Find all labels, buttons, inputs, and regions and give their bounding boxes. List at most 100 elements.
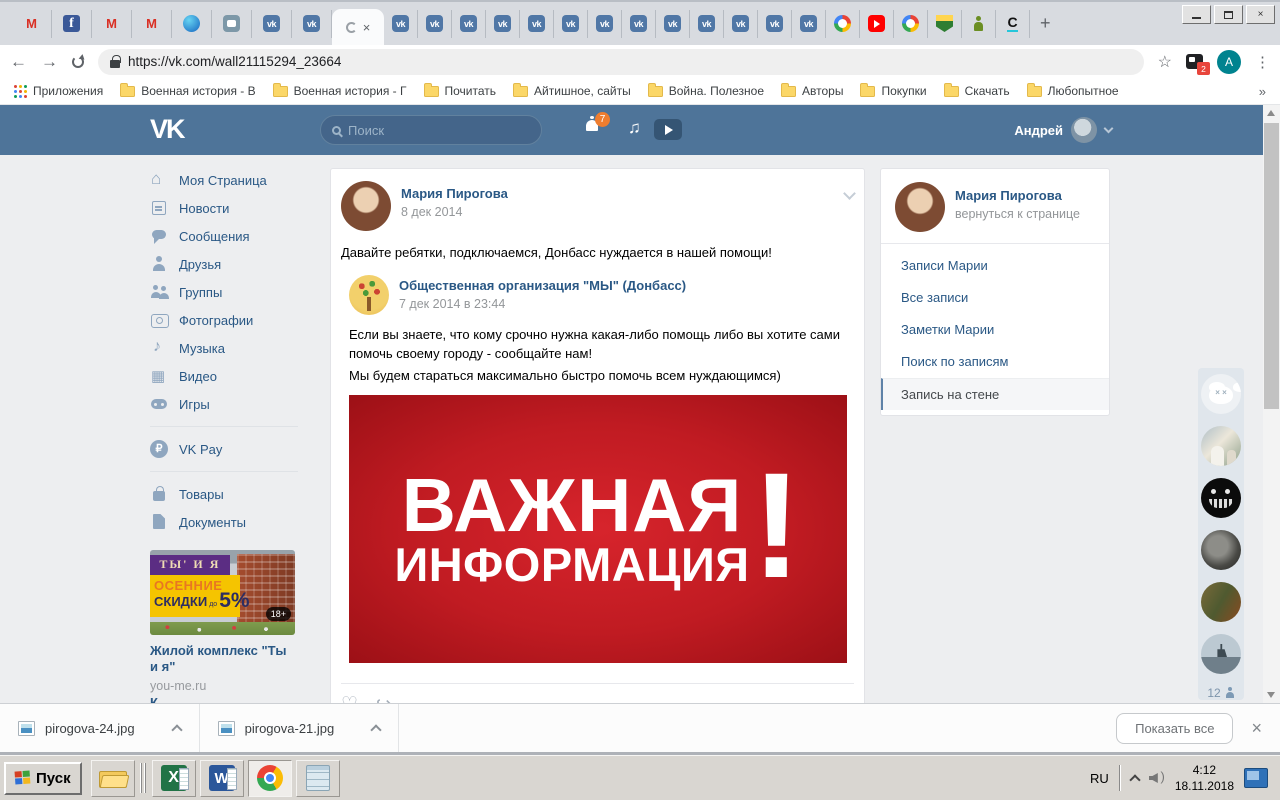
file-explorer-button[interactable] <box>91 760 135 797</box>
excel-button[interactable]: X <box>152 760 196 797</box>
sidebar-item[interactable]: Группы <box>150 278 298 306</box>
sidebar-item[interactable]: Игры <box>150 390 298 418</box>
start-button[interactable]: Пуск <box>4 762 82 795</box>
bookmark-folder[interactable]: Любопытное <box>1027 84 1119 98</box>
extension-icon[interactable]: 2 <box>1186 54 1203 69</box>
sidebar-ad[interactable]: ТЫ' И Я ОСЕННИЕ СКИДКИ до 5% 18+ Жилой к… <box>150 550 295 710</box>
browser-tab[interactable] <box>52 10 92 38</box>
reload-button[interactable] <box>72 56 84 68</box>
profile-menu-item[interactable]: Заметки Марии <box>881 314 1109 346</box>
show-desktop-icon[interactable] <box>1244 768 1268 788</box>
browser-tab[interactable] <box>12 10 52 38</box>
close-button[interactable]: × <box>1246 5 1275 24</box>
new-tab-button[interactable]: + <box>1040 13 1051 34</box>
browser-tab[interactable] <box>962 10 996 38</box>
sidebar-item[interactable]: Новости <box>150 194 298 222</box>
tab-close-icon[interactable]: × <box>363 21 371 34</box>
sidebar-item[interactable]: Друзья <box>150 250 298 278</box>
music-icon[interactable]: ♫ <box>628 118 641 138</box>
profile-menu-item[interactable]: Поиск по записям <box>881 346 1109 378</box>
browser-tab[interactable] <box>724 10 758 38</box>
attached-image[interactable]: ВАЖНАЯ ИНФОРМАЦИЯ ! <box>349 395 847 663</box>
browser-tab[interactable] <box>826 10 860 38</box>
dark-grin-avatar[interactable] <box>1201 478 1241 518</box>
back-button[interactable]: ← <box>10 53 27 70</box>
search-input[interactable] <box>348 123 508 138</box>
notepad-button[interactable] <box>296 760 340 797</box>
language-indicator[interactable]: RU <box>1090 771 1109 786</box>
dog-placeholder-avatar[interactable] <box>1201 374 1241 414</box>
back-to-page-link[interactable]: вернуться к странице <box>955 207 1080 221</box>
browser-tab[interactable] <box>252 10 292 38</box>
post-author-name[interactable]: Мария Пирогова <box>401 186 508 201</box>
bookmark-folder[interactable]: Авторы <box>781 84 843 98</box>
volume-icon[interactable] <box>1149 771 1165 785</box>
browser-tab[interactable] <box>690 10 724 38</box>
browser-tab[interactable] <box>292 10 332 38</box>
ad-title[interactable]: Жилой комплекс "Ты и я" <box>150 643 295 676</box>
browser-tab[interactable] <box>520 10 554 38</box>
repost-author-avatar[interactable] <box>349 275 389 315</box>
post-date[interactable]: 8 дек 2014 <box>401 205 508 219</box>
browser-tab[interactable] <box>418 10 452 38</box>
friends-online-count[interactable]: 12 <box>1207 686 1234 700</box>
browser-tab[interactable] <box>486 10 520 38</box>
sidebar-item[interactable]: Сообщения <box>150 222 298 250</box>
header-user-menu[interactable]: Андрей <box>1014 117 1112 143</box>
page-scrollbar[interactable] <box>1263 105 1280 703</box>
chrome-button[interactable] <box>248 760 292 797</box>
sidebar-item[interactable]: Видео <box>150 362 298 390</box>
browser-tab[interactable] <box>452 10 486 38</box>
post-author-avatar[interactable] <box>341 181 391 231</box>
maximize-button[interactable] <box>1214 5 1243 24</box>
browser-tab[interactable] <box>554 10 588 38</box>
browser-tab[interactable] <box>996 10 1030 38</box>
browser-profile-avatar[interactable]: A <box>1217 50 1241 74</box>
vk-search[interactable] <box>320 115 542 145</box>
scrollbar-thumb[interactable] <box>1264 123 1279 409</box>
vk-logo[interactable]: VK <box>150 114 184 145</box>
sidebar-item[interactable]: Фотографии <box>150 306 298 334</box>
profile-menu-item[interactable]: Запись на стене <box>881 378 1109 410</box>
browser-tab[interactable] <box>622 10 656 38</box>
forward-button[interactable]: → <box>41 53 58 70</box>
browser-menu-icon[interactable]: ⋮ <box>1255 53 1270 71</box>
tray-clock[interactable]: 4:12 18.11.2018 <box>1175 762 1234 794</box>
download-bar-close-icon[interactable]: × <box>1251 719 1262 737</box>
bookmark-folder[interactable]: Скачать <box>944 84 1010 98</box>
notifications-button[interactable]: 7 <box>584 119 602 137</box>
browser-tab[interactable] <box>384 10 418 38</box>
minimize-button[interactable] <box>1182 5 1211 24</box>
url-text[interactable]: https://vk.com/wall21115294_23664 <box>128 54 341 69</box>
soldier-avatar[interactable] <box>1201 582 1241 622</box>
profile-menu-item[interactable]: Записи Марии <box>881 250 1109 282</box>
browser-tab[interactable] <box>588 10 622 38</box>
download-filename[interactable]: pirogova-24.jpg <box>45 721 135 736</box>
browser-tab[interactable] <box>132 10 172 38</box>
quick-launch-separator[interactable] <box>140 763 147 793</box>
apps-shortcut[interactable]: Приложения <box>14 84 103 98</box>
bookmark-folder[interactable]: Почитать <box>424 84 497 98</box>
browser-tab[interactable] <box>92 10 132 38</box>
sidebar-item[interactable]: VK Pay <box>150 435 298 463</box>
address-bar[interactable]: https://vk.com/wall21115294_23664 <box>98 49 1144 75</box>
sidebar-item[interactable]: Музыка <box>150 334 298 362</box>
bookmark-folder[interactable]: Покупки <box>860 84 926 98</box>
bookmark-folder[interactable]: Айтишное, сайты <box>513 84 631 98</box>
download-item[interactable]: pirogova-21.jpg <box>200 704 400 752</box>
browser-tab[interactable] <box>656 10 690 38</box>
bookmark-folder[interactable]: Военная история - В <box>120 84 255 98</box>
profile-avatar[interactable] <box>895 182 945 232</box>
video-icon[interactable] <box>654 119 682 140</box>
browser-tab[interactable] <box>860 10 894 38</box>
browser-tab[interactable] <box>792 10 826 38</box>
browser-tab[interactable] <box>172 10 212 38</box>
sidebar-item[interactable]: Моя Страница <box>150 166 298 194</box>
bookmarks-overflow-icon[interactable]: » <box>1259 84 1266 99</box>
ad-image[interactable]: ТЫ' И Я ОСЕННИЕ СКИДКИ до 5% 18+ <box>150 550 295 635</box>
browser-tab[interactable] <box>894 10 928 38</box>
download-menu-chevron-icon[interactable] <box>371 724 382 735</box>
download-filename[interactable]: pirogova-21.jpg <box>245 721 335 736</box>
post-menu-chevron-icon[interactable] <box>843 187 856 200</box>
bookmark-folder[interactable]: Военная история - Г <box>273 84 407 98</box>
